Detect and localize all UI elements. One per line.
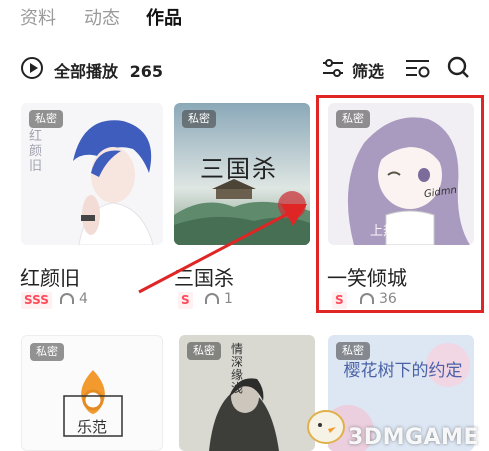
cover-title-text: 情深缘浅 xyxy=(231,342,244,395)
search-icon[interactable] xyxy=(447,56,471,80)
tab-activity[interactable]: 动态 xyxy=(84,4,120,30)
cover-title-text: 乐范 xyxy=(77,418,108,436)
listen-count-value: 4 xyxy=(79,291,88,307)
work-cover[interactable]: 私密 情深缘浅 xyxy=(179,335,315,451)
mascot-icon xyxy=(307,410,345,444)
playlist-settings-icon[interactable] xyxy=(405,58,431,80)
headset-icon xyxy=(60,293,74,304)
cover-title-text: 红颜旧 xyxy=(29,129,43,174)
cover-title-text: 三国杀 xyxy=(200,155,278,183)
tab-profile[interactable]: 资料 xyxy=(20,4,56,30)
quality-badge: SSS xyxy=(21,292,52,309)
work-cover[interactable]: 私密 乐范 xyxy=(21,335,163,451)
highlight-box xyxy=(316,95,484,313)
private-badge: 私密 xyxy=(30,343,64,361)
listen-count: 4 xyxy=(60,291,88,307)
tab-works[interactable]: 作品 xyxy=(146,4,182,30)
play-all-count: 265 xyxy=(129,62,163,81)
work-title[interactable]: 红颜旧 xyxy=(20,262,80,291)
filter-icon[interactable] xyxy=(321,57,345,79)
play-all-button[interactable]: 全部播放 265 xyxy=(54,58,163,82)
filter-button[interactable]: 筛选 xyxy=(352,58,384,82)
play-all-label: 全部播放 xyxy=(54,62,119,81)
private-badge: 私密 xyxy=(182,110,216,128)
play-icon[interactable] xyxy=(21,57,43,79)
cover-title-text: 樱花树下的约定 xyxy=(343,361,463,381)
private-badge: 私密 xyxy=(187,342,221,360)
private-badge: 私密 xyxy=(29,110,63,128)
annotation-arrow xyxy=(138,204,307,294)
watermark-text: 3DMGAME xyxy=(348,425,479,450)
private-badge: 私密 xyxy=(336,342,370,360)
